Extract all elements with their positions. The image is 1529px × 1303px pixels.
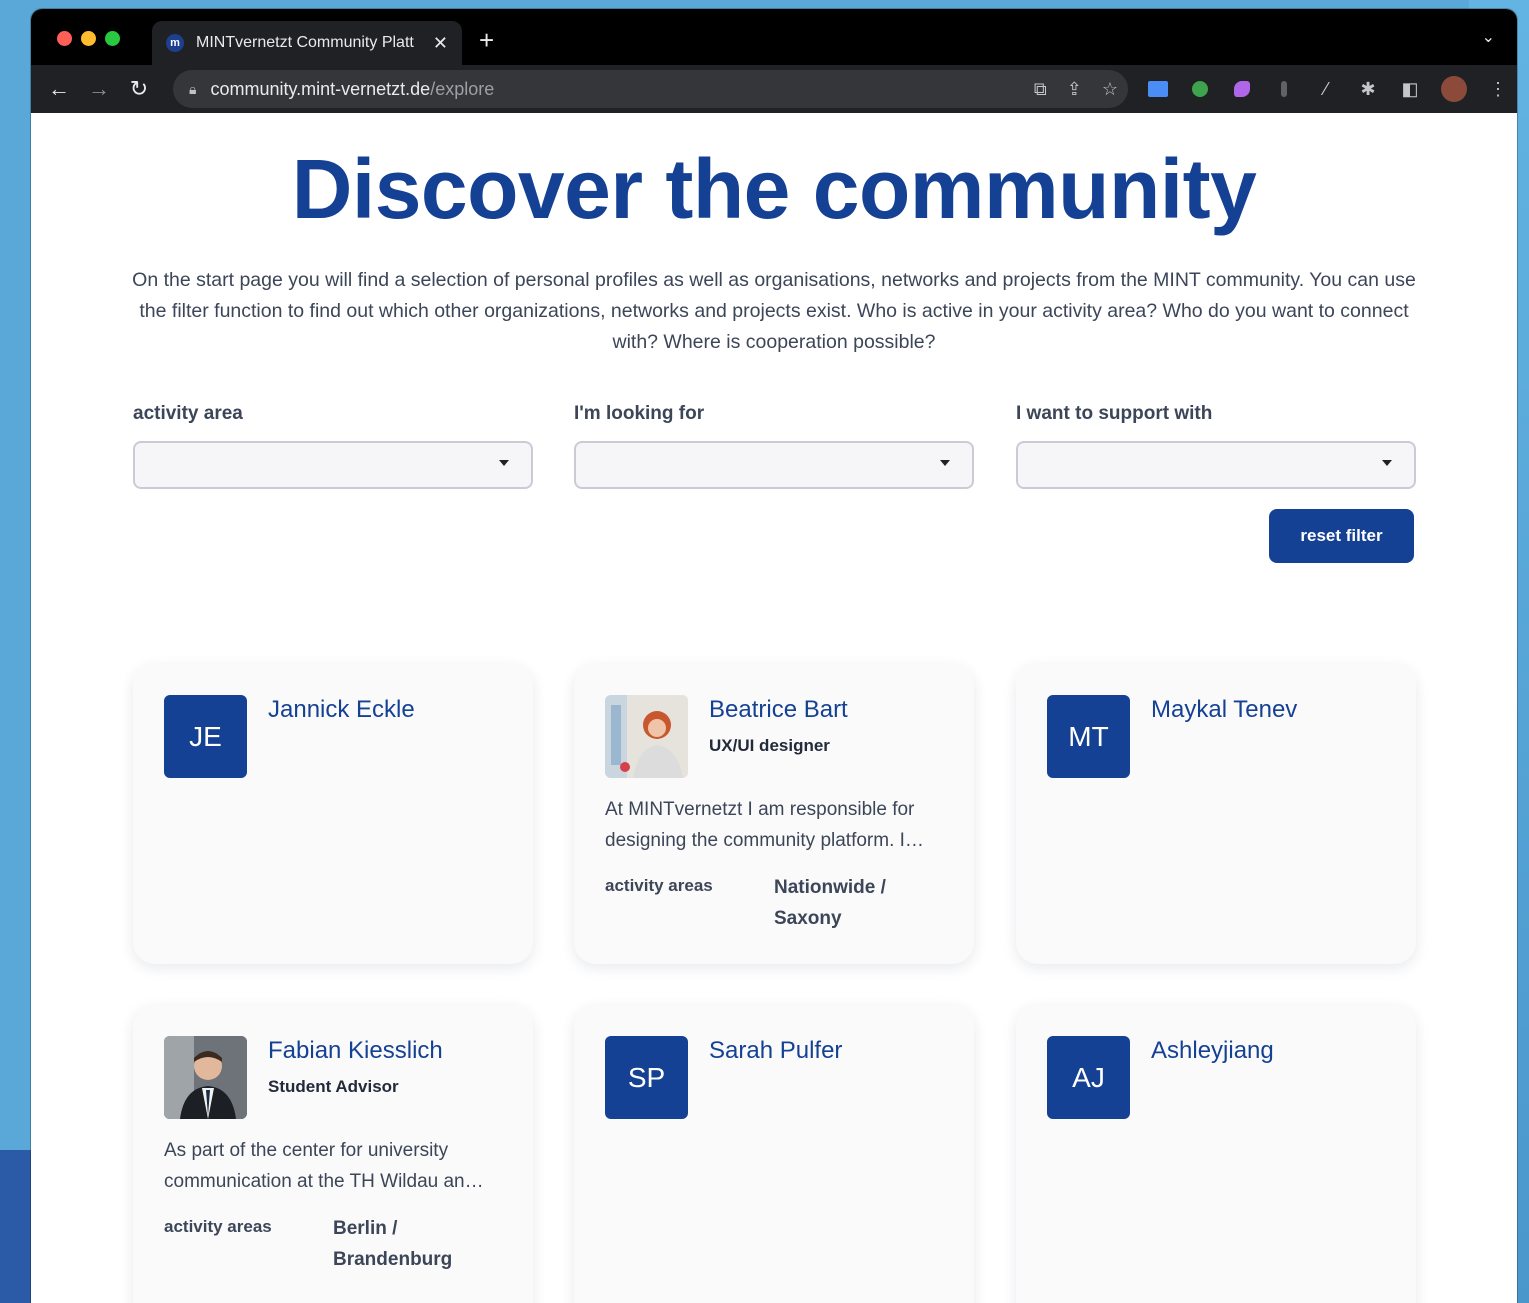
side-panel-icon[interactable]: ◧ — [1399, 78, 1421, 100]
profile-name[interactable]: Sarah Pulfer — [709, 1037, 842, 1065]
bookmark-star-icon[interactable]: ☆ — [1102, 79, 1118, 100]
profile-bio: As part of the center for university com… — [164, 1140, 484, 1192]
profile-photo — [164, 1036, 247, 1119]
intro-text: On the start page you will find a select… — [132, 269, 1416, 353]
profile-bio: At MINTvernetzt I am responsible for des… — [605, 799, 924, 851]
extensions-puzzle-icon[interactable]: ✱ — [1357, 78, 1379, 100]
avatar — [605, 695, 688, 778]
more-menu-icon[interactable]: ⋮ — [1487, 78, 1509, 100]
pen-extension-icon[interactable]: ⁄ — [1315, 78, 1337, 100]
filter-label: activity area — [133, 403, 243, 424]
support-with-select[interactable] — [1016, 441, 1416, 489]
profile-card[interactable]: Fabian Kiesslich Student Advisor As part… — [133, 1005, 533, 1303]
profile-name[interactable]: Beatrice Bart — [709, 696, 848, 724]
profile-card[interactable]: SP Sarah Pulfer — [574, 1005, 974, 1303]
avatar: JE — [164, 695, 247, 778]
reload-icon[interactable]: ↻ — [119, 76, 159, 102]
translate-icon[interactable]: ⧉ — [1034, 79, 1047, 100]
avatar: MT — [1047, 695, 1130, 778]
profile-name[interactable]: Jannick Eckle — [268, 696, 415, 724]
lock-icon: 🔒︎ — [189, 80, 197, 97]
profile-card[interactable]: JE Jannick Eckle — [133, 664, 533, 964]
reset-filter-button[interactable]: reset filter — [1269, 509, 1414, 563]
page-title: Discover the community — [291, 142, 1257, 236]
color-extension-icon[interactable] — [1231, 78, 1253, 100]
avatar: SP — [605, 1036, 688, 1119]
google-translate-extension-icon[interactable] — [1147, 78, 1169, 100]
looking-for-select[interactable] — [574, 441, 974, 489]
activity-area-select[interactable] — [133, 441, 533, 489]
minimize-window-button[interactable] — [81, 31, 96, 46]
filter-label: I want to support with — [1016, 403, 1213, 424]
profile-name[interactable]: Fabian Kiesslich — [268, 1037, 443, 1065]
share-icon[interactable]: ⇪ — [1067, 79, 1082, 100]
profile-avatar-icon[interactable] — [1441, 76, 1467, 102]
profile-name[interactable]: Maykal Tenev — [1151, 696, 1297, 724]
profile-card[interactable]: MT Maykal Tenev — [1016, 664, 1416, 964]
avatar: AJ — [1047, 1036, 1130, 1119]
caret-down-icon — [1382, 460, 1392, 466]
profile-photo — [605, 695, 688, 778]
filter-activity-area: activity area — [133, 403, 533, 489]
caret-down-icon — [499, 460, 509, 466]
activity-areas-label: activity areas — [605, 876, 713, 895]
profile-role: Student Advisor — [268, 1077, 399, 1096]
tab-title: MINTvernetzt Community Platt — [196, 34, 414, 51]
caret-down-icon — [940, 460, 950, 466]
close-tab-icon[interactable]: ✕ — [433, 33, 448, 54]
forward-arrow-icon[interactable]: → — [79, 76, 119, 102]
profile-card[interactable]: Beatrice Bart UX/UI designer At MINTvern… — [574, 664, 974, 964]
chevron-down-icon[interactable]: ⌄ — [1482, 27, 1495, 47]
dimmed-extension-icon[interactable] — [1273, 78, 1295, 100]
activity-areas-value: Nationwide / Saxony — [774, 877, 886, 929]
browser-toolbar: ← → ↻ 🔒︎ community.mint-vernetzt.de/expl… — [31, 65, 1517, 113]
maximize-window-button[interactable] — [105, 31, 120, 46]
address-bar[interactable]: 🔒︎ community.mint-vernetzt.de/explore ⧉ … — [173, 70, 1128, 108]
filter-support-with: I want to support with — [1016, 403, 1416, 489]
tree-extension-icon[interactable] — [1189, 78, 1211, 100]
avatar — [164, 1036, 247, 1119]
browser-tab[interactable]: m MINTvernetzt Community Platt ✕ — [152, 21, 462, 65]
profile-role: UX/UI designer — [709, 736, 830, 755]
new-tab-icon[interactable]: + — [479, 25, 494, 56]
window-controls — [57, 31, 120, 46]
profile-card[interactable]: AJ Ashleyjiang — [1016, 1005, 1416, 1303]
favicon-icon: m — [166, 34, 184, 52]
tab-bar: m MINTvernetzt Community Platt ✕ + ⌄ — [31, 9, 1517, 65]
close-window-button[interactable] — [57, 31, 72, 46]
profile-name[interactable]: Ashleyjiang — [1151, 1037, 1274, 1065]
filter-label: I'm looking for — [574, 403, 705, 424]
back-arrow-icon[interactable]: ← — [39, 76, 79, 102]
filter-looking-for: I'm looking for — [574, 403, 974, 489]
url-host: community.mint-vernetzt.de — [210, 78, 431, 99]
page-content: Discover the community On the start page… — [31, 113, 1517, 1303]
url-path: /explore — [430, 78, 495, 99]
activity-areas-label: activity areas — [164, 1217, 272, 1236]
browser-window: m MINTvernetzt Community Platt ✕ + ⌄ ← →… — [31, 9, 1517, 1303]
activity-areas-value: Berlin / Brandenburg — [333, 1218, 453, 1270]
